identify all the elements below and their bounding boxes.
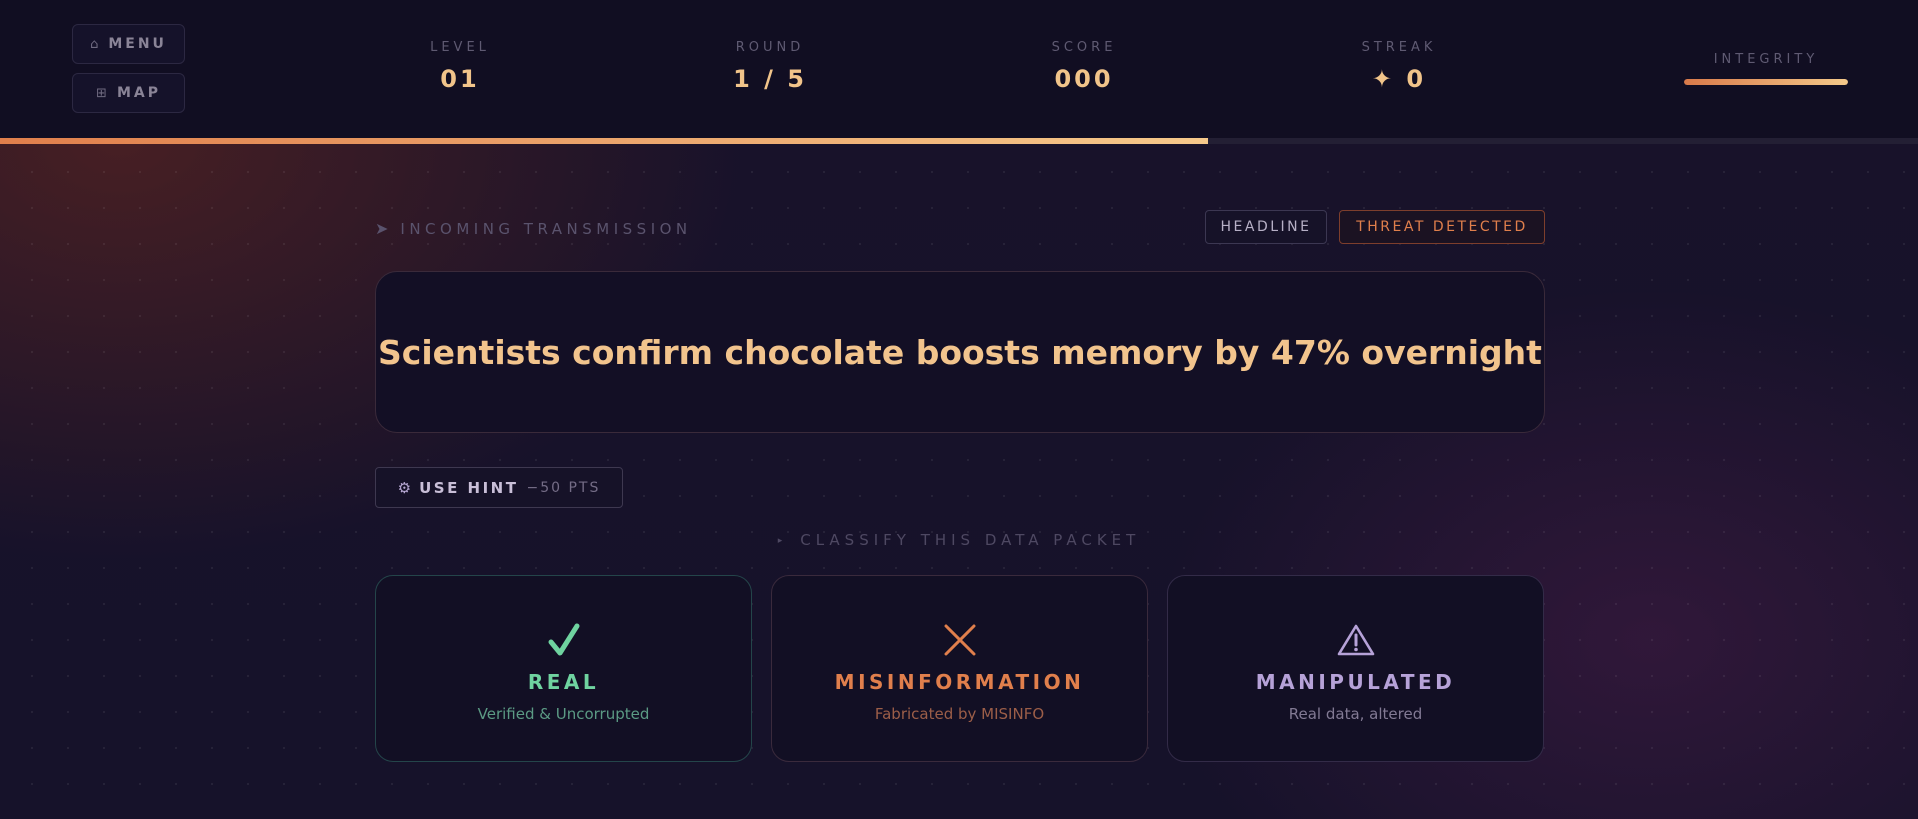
map-button[interactable]: ⊞ MAP bbox=[72, 73, 185, 113]
round-progress-fill bbox=[0, 138, 1209, 144]
threat-detected-badge: THREAT DETECTED bbox=[1339, 210, 1545, 244]
map-button-label: MAP bbox=[116, 85, 161, 101]
arrow-right-icon: ▸ bbox=[777, 536, 783, 546]
level-value: 01 bbox=[440, 65, 480, 93]
classify-label: CLASSIFY THIS DATA PACKET bbox=[800, 531, 1141, 549]
misinformation-option-button[interactable]: MISINFORMATION Fabricated by MISINFO bbox=[771, 575, 1148, 762]
integrity-label: INTEGRITY bbox=[1713, 52, 1819, 67]
streak-value: ✦ 0 bbox=[1371, 65, 1427, 93]
headline-type-tag: HEADLINE bbox=[1205, 210, 1327, 244]
hint-label: USE HINT bbox=[419, 478, 519, 497]
menu-button-label: MENU bbox=[108, 36, 167, 52]
round-label: ROUND bbox=[735, 40, 805, 55]
manipulated-option-button[interactable]: MANIPULATED Real data, altered bbox=[1167, 575, 1544, 762]
integrity-bar-fill bbox=[1684, 79, 1848, 85]
transmission-label: INCOMING TRANSMISSION bbox=[400, 219, 692, 238]
warning-icon bbox=[1337, 620, 1375, 660]
round-progress-bar bbox=[0, 138, 1918, 144]
level-label: LEVEL bbox=[430, 40, 490, 55]
manipulated-option-subtitle: Real data, altered bbox=[1288, 705, 1423, 723]
check-icon bbox=[547, 620, 581, 660]
top-bar: ⌂ MENU ⊞ MAP LEVEL 01 ROUND 1 / 5 SCORE … bbox=[0, 0, 1918, 138]
score-value: 000 bbox=[1054, 65, 1114, 93]
use-hint-button[interactable]: ⚙ USE HINT −50 PTS bbox=[375, 467, 623, 508]
misinformation-option-subtitle: Fabricated by MISINFO bbox=[874, 705, 1045, 723]
integrity-bar bbox=[1684, 79, 1848, 85]
round-stat: ROUND 1 / 5 bbox=[670, 40, 870, 93]
score-label: SCORE bbox=[1051, 40, 1117, 55]
integrity-meter: INTEGRITY bbox=[1684, 52, 1848, 85]
headline-text: Scientists confirm chocolate boosts memo… bbox=[378, 332, 1542, 372]
real-option-subtitle: Verified & Uncorrupted bbox=[477, 705, 650, 723]
home-icon: ⌂ bbox=[90, 36, 99, 52]
manipulated-option-title: MANIPULATED bbox=[1255, 670, 1456, 694]
menu-button[interactable]: ⌂ MENU bbox=[72, 24, 185, 64]
score-stat: SCORE 000 bbox=[984, 40, 1184, 93]
streak-stat: STREAK ✦ 0 bbox=[1299, 40, 1499, 93]
classify-prompt: ▸ CLASSIFY THIS DATA PACKET bbox=[0, 531, 1918, 549]
gear-icon: ⚙ bbox=[397, 478, 412, 497]
level-stat: LEVEL 01 bbox=[360, 40, 560, 93]
send-icon: ➤ bbox=[375, 219, 389, 238]
x-icon bbox=[943, 620, 977, 660]
incoming-transmission: ➤ INCOMING TRANSMISSION bbox=[375, 219, 692, 238]
streak-label: STREAK bbox=[1361, 40, 1437, 55]
misinformation-option-title: MISINFORMATION bbox=[834, 670, 1085, 694]
round-value: 1 / 5 bbox=[733, 65, 807, 93]
headline-card: Scientists confirm chocolate boosts memo… bbox=[375, 271, 1545, 433]
real-option-title: REAL bbox=[527, 670, 600, 694]
grid-icon: ⊞ bbox=[96, 85, 107, 101]
hint-cost: −50 PTS bbox=[526, 479, 601, 496]
real-option-button[interactable]: REAL Verified & Uncorrupted bbox=[375, 575, 752, 762]
